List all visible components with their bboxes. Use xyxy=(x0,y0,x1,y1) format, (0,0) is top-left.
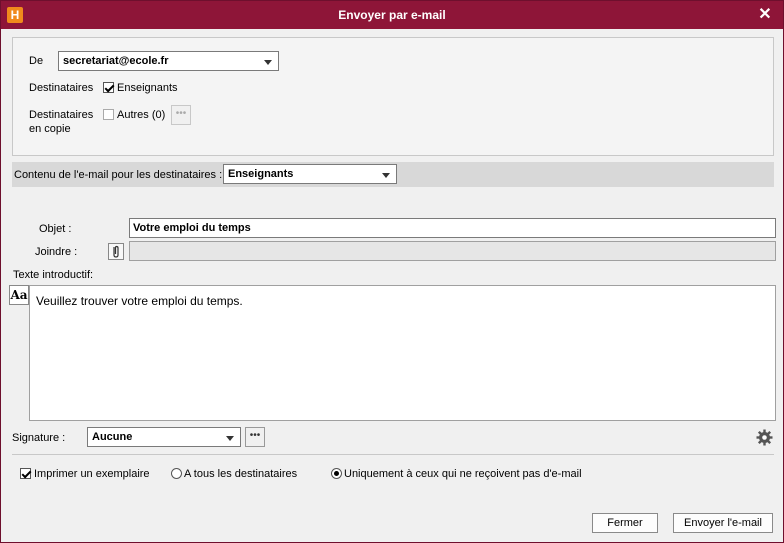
sender-value: secretariat@ecole.fr xyxy=(63,55,169,67)
subject-input[interactable]: Votre emploi du temps xyxy=(129,218,776,238)
content-for-select[interactable]: Enseignants xyxy=(223,164,397,184)
chevron-down-icon xyxy=(382,173,390,178)
sender-select[interactable]: secretariat@ecole.fr xyxy=(58,51,279,71)
content-for-value: Enseignants xyxy=(228,168,294,180)
subject-label: Objet : xyxy=(39,223,72,235)
cc-label-line2: en copie xyxy=(29,123,71,135)
sender-label: De xyxy=(29,55,44,67)
radio-all-recipients[interactable] xyxy=(171,468,182,479)
intro-label: Texte introductif: xyxy=(13,269,94,281)
chevron-down-icon xyxy=(226,436,234,441)
cc-others-label: Autres (0) xyxy=(117,109,166,121)
title-bar: H Envoyer par e-mail ✕ xyxy=(1,1,783,29)
email-dialog: H Envoyer par e-mail ✕ De secretariat@ec… xyxy=(0,0,784,543)
paperclip-icon[interactable] xyxy=(108,243,124,260)
signature-label: Signature : xyxy=(12,432,66,444)
signature-select[interactable]: Aucune xyxy=(87,427,241,447)
print-copy-checkbox[interactable] xyxy=(20,468,31,479)
radio-only-no-email[interactable] xyxy=(331,468,342,479)
cc-others-checkbox[interactable] xyxy=(103,109,114,120)
divider xyxy=(12,454,774,455)
cc-more-button[interactable]: ••• xyxy=(171,105,191,125)
recipients-teachers-label: Enseignants xyxy=(117,82,178,94)
recipients-panel: De secretariat@ecole.fr Destinataires En… xyxy=(12,37,774,156)
chevron-down-icon xyxy=(264,60,272,65)
recipients-label: Destinataires xyxy=(29,82,94,94)
recipients-teachers-checkbox[interactable] xyxy=(103,82,114,93)
signature-more-button[interactable]: ••• xyxy=(245,427,265,447)
radio-all-recipients-label: A tous les destinataires xyxy=(184,468,298,480)
text-format-button[interactable]: Aa xyxy=(9,285,29,305)
close-icon[interactable]: ✕ xyxy=(755,5,775,25)
close-button[interactable]: Fermer xyxy=(592,513,658,533)
attach-label: Joindre : xyxy=(35,246,78,258)
content-for-label: Contenu de l'e-mail pour les destinatair… xyxy=(14,169,223,181)
send-email-button[interactable]: Envoyer l'e-mail xyxy=(673,513,773,533)
print-copy-label: Imprimer un exemplaire xyxy=(34,468,150,480)
radio-only-no-email-label: Uniquement à ceux qui ne reçoivent pas d… xyxy=(344,468,582,480)
intro-textarea[interactable]: Veuillez trouver votre emploi du temps. xyxy=(29,285,776,421)
cc-label-line1: Destinataires xyxy=(29,109,94,121)
gear-icon[interactable] xyxy=(755,428,774,447)
dialog-title: Envoyer par e-mail xyxy=(338,8,446,22)
content-for-bar: Contenu de l'e-mail pour les destinatair… xyxy=(12,162,774,187)
attach-field[interactable] xyxy=(129,241,776,261)
signature-value: Aucune xyxy=(92,431,133,443)
